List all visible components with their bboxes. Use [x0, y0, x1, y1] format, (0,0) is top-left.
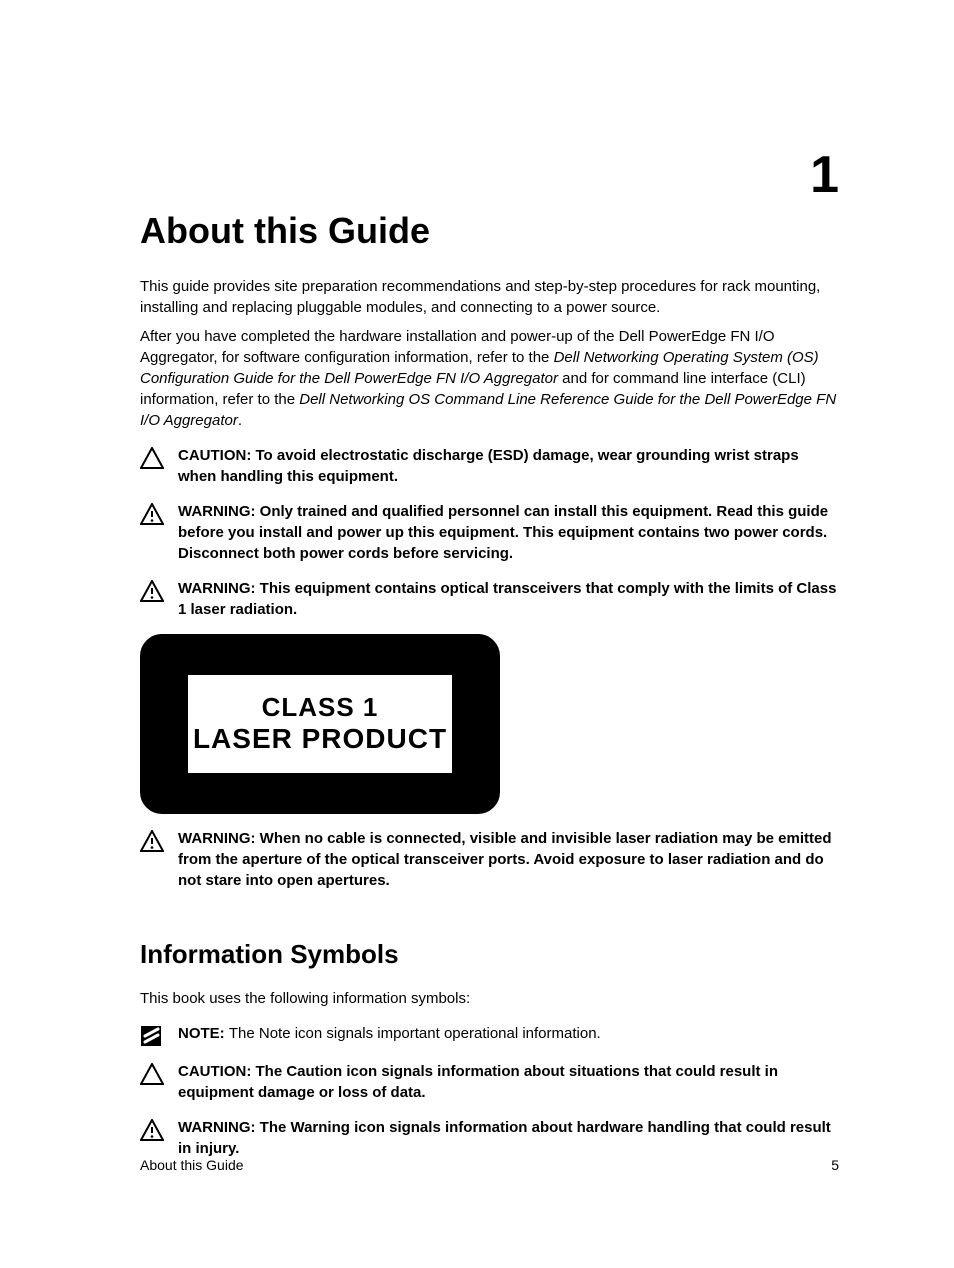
note-icon — [140, 1025, 168, 1047]
warning-icon — [140, 1119, 168, 1141]
warning-block: WARNING: Only trained and qualified pers… — [140, 501, 839, 564]
laser-label-frame: CLASS 1 LASER PRODUCT — [151, 645, 489, 803]
warning-icon — [140, 830, 168, 852]
warning-icon — [140, 580, 168, 602]
footer-title: About this Guide — [140, 1157, 244, 1173]
caution-block: CAUTION: The Caution icon signals inform… — [140, 1061, 839, 1103]
caution-icon — [140, 1063, 168, 1085]
page-number: 5 — [831, 1157, 839, 1173]
note-text: NOTE: The Note icon signals important op… — [178, 1023, 601, 1044]
note-body: The Note icon signals important operatio… — [229, 1025, 601, 1042]
warning-icon — [140, 503, 168, 525]
warning-block: WARNING: The Warning icon signals inform… — [140, 1117, 839, 1159]
laser-line-1: CLASS 1 — [262, 692, 379, 723]
warning-text: WARNING: When no cable is connected, vis… — [178, 828, 839, 891]
page-footer: About this Guide 5 — [140, 1157, 839, 1173]
chapter-number: 1 — [810, 145, 839, 205]
section-title: Information Symbols — [140, 939, 839, 970]
intro-paragraph-2: After you have completed the hardware in… — [140, 326, 839, 431]
intro-paragraph-1: This guide provides site preparation rec… — [140, 276, 839, 318]
laser-product-label: CLASS 1 LASER PRODUCT — [140, 634, 500, 814]
intro-text: . — [238, 412, 242, 429]
caution-block: CAUTION: To avoid electrostatic discharg… — [140, 445, 839, 487]
warning-text: WARNING: This equipment contains optical… — [178, 578, 839, 620]
section-intro: This book uses the following information… — [140, 988, 839, 1009]
note-prefix: NOTE: — [178, 1025, 229, 1042]
caution-icon — [140, 447, 168, 469]
warning-text: WARNING: Only trained and qualified pers… — [178, 501, 839, 564]
caution-text: CAUTION: The Caution icon signals inform… — [178, 1061, 839, 1103]
document-page: 1 About this Guide This guide provides s… — [0, 0, 954, 1268]
page-title: About this Guide — [140, 210, 839, 252]
laser-text-box: CLASS 1 LASER PRODUCT — [188, 675, 452, 773]
caution-text: CAUTION: To avoid electrostatic discharg… — [178, 445, 839, 487]
warning-block: WARNING: This equipment contains optical… — [140, 578, 839, 620]
laser-line-2: LASER PRODUCT — [193, 723, 447, 755]
warning-text: WARNING: The Warning icon signals inform… — [178, 1117, 839, 1159]
warning-block: WARNING: When no cable is connected, vis… — [140, 828, 839, 891]
note-block: NOTE: The Note icon signals important op… — [140, 1023, 839, 1047]
